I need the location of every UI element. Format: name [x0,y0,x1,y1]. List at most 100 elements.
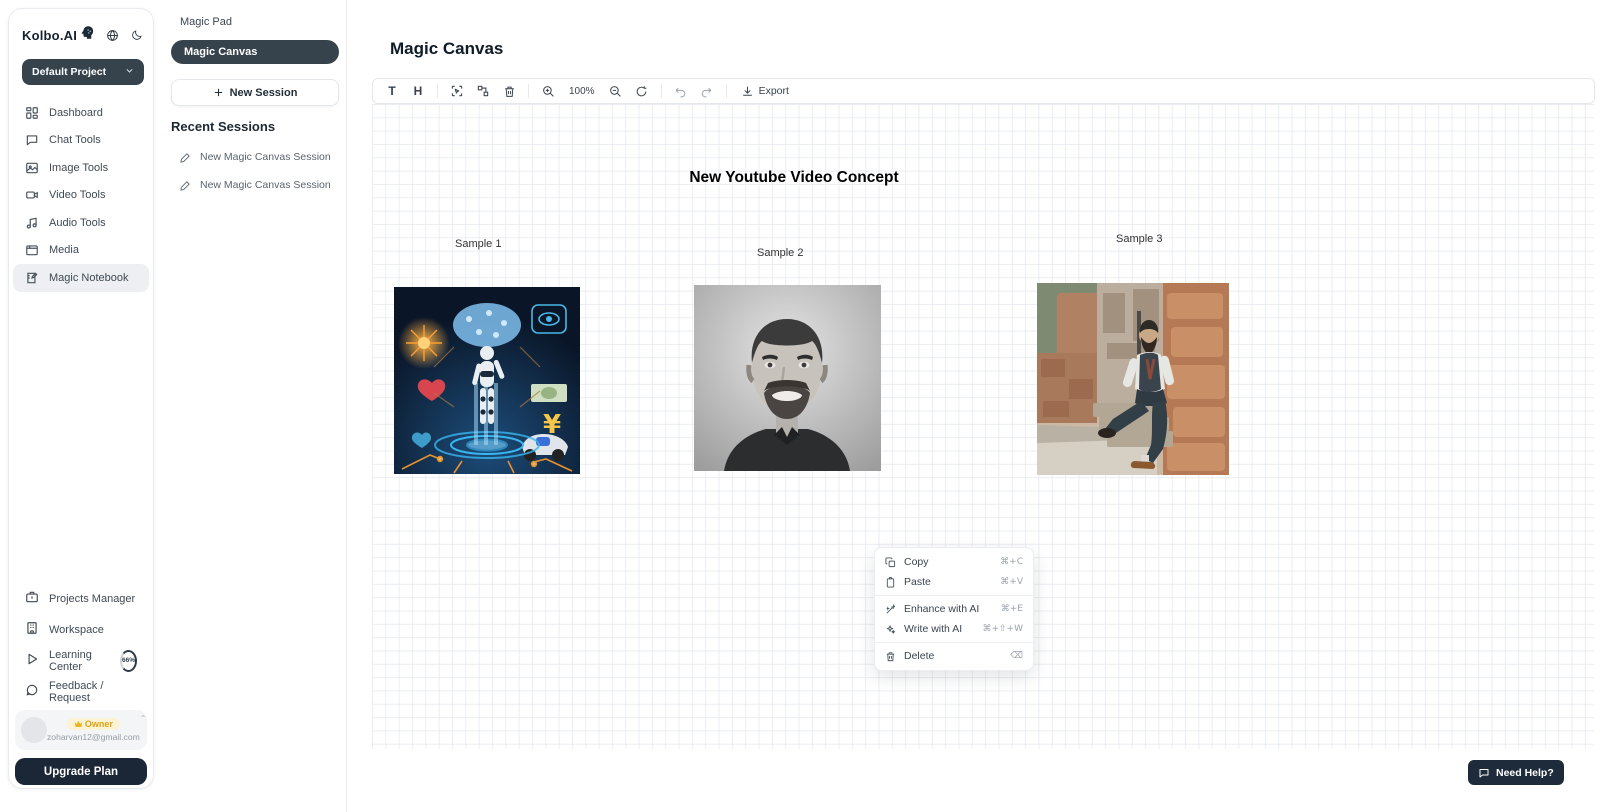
sample-image-3-ruins[interactable] [1037,283,1229,475]
plus-icon [213,87,224,98]
canvas-title-text[interactable]: New Youtube Video Concept [689,169,899,187]
project-selector-dropdown[interactable]: Default Project [22,59,144,85]
undo-button[interactable] [670,81,692,101]
redo-button[interactable] [696,81,718,101]
toolbar-divider [661,84,662,98]
sidebar-item-media[interactable]: Media [13,237,149,265]
toolbar-divider [437,84,438,98]
zoom-out-button[interactable] [605,81,627,101]
recent-session-item[interactable]: New Magic Canvas Session [180,179,331,191]
sidebar-item-image-tools[interactable]: Image Tools [13,154,149,182]
app-root: Kolbo.AI Default Project Dashboard [0,0,1600,812]
magic-wand-icon [885,604,896,615]
chevron-down-icon [125,66,134,78]
user-email: zoharvan12@gmail.com [47,732,140,742]
delete-tool-button[interactable] [498,81,520,101]
media-folder-icon [25,243,39,257]
export-label: Export [759,85,789,97]
sample-2-label[interactable]: Sample 2 [757,247,803,259]
need-help-label: Need Help? [1496,767,1554,779]
sidebar-item-label: Media [49,244,79,256]
sample-1-label[interactable]: Sample 1 [455,238,501,250]
context-menu-label: Copy [904,556,929,568]
ai-select-tool-button[interactable] [446,81,468,101]
sidebar-item-projects-manager[interactable]: Projects Manager [13,583,149,614]
context-menu-item-delete[interactable]: Delete ⌫ [875,646,1033,666]
pencil-icon [180,152,191,163]
sidebar-item-label: Dashboard [49,107,103,119]
new-session-label: New Session [230,87,298,99]
sidebar-item-chat-tools[interactable]: Chat Tools [13,127,149,155]
upgrade-plan-button[interactable]: Upgrade Plan [15,758,147,785]
context-menu-label: Paste [904,576,931,588]
context-menu-divider [875,595,1033,596]
user-avatar [21,717,47,743]
menu-item-magic-canvas-active[interactable]: Magic Canvas [171,40,339,64]
app-logo: Kolbo.AI [22,28,77,43]
music-note-icon [25,216,39,230]
export-button[interactable]: Export [735,85,795,98]
context-menu-label: Enhance with AI [904,603,979,615]
menu-item-magic-pad[interactable]: Magic Pad [180,16,232,28]
copy-icon [885,557,896,568]
zoom-in-button[interactable] [537,81,559,101]
reset-view-button[interactable] [631,81,653,101]
play-icon [25,652,39,669]
context-menu-item-copy[interactable]: Copy ⌘+C [875,552,1033,572]
context-menu-item-paste[interactable]: Paste ⌘+V [875,572,1033,592]
sidebar-item-label: Chat Tools [49,134,101,146]
recent-session-item[interactable]: New Magic Canvas Session [180,151,331,163]
context-menu-item-write-with-ai[interactable]: Write with AI ⌘+⇧+W [875,619,1033,639]
sidebar-item-magic-notebook[interactable]: Magic Notebook [13,264,149,292]
text-tool-button[interactable]: T [381,81,403,101]
user-meta: Owner zoharvan12@gmail.com [47,718,140,742]
sparkles-icon [885,624,896,635]
download-icon [741,85,754,98]
sample-image-1-ai-concept[interactable]: ¥ [394,287,580,474]
sidebar-item-video-tools[interactable]: Video Tools [13,182,149,210]
learning-progress-badge: 66% [120,650,137,672]
feedback-chat-icon [25,683,39,700]
sidebar-item-feedback-request[interactable]: Feedback / Request [13,676,149,707]
pencil-icon [180,180,191,191]
connector-tool-button[interactable] [472,81,494,101]
sample-image-2-portrait[interactable] [694,285,881,471]
sidebar-nav: Dashboard Chat Tools Image Tools Video T… [13,99,149,292]
shortcut-hint: ⌘+V [1000,577,1023,587]
context-menu-item-enhance-with-ai[interactable]: Enhance with AI ⌘+E [875,599,1033,619]
new-session-button[interactable]: New Session [171,79,339,106]
sample-3-label[interactable]: Sample 3 [1116,233,1162,245]
sidebar-item-learning-center[interactable]: Learning Center 66% [13,645,149,676]
heading-tool-button[interactable]: H [407,81,429,101]
user-account-card[interactable]: Owner zoharvan12@gmail.com ⌃ [15,710,147,750]
session-panel: Magic Pad Magic Canvas New Session Recen… [156,0,347,812]
recent-session-label: New Magic Canvas Session [200,151,331,163]
dark-mode-moon-icon[interactable] [131,29,143,41]
toolbar-divider [726,84,727,98]
magic-canvas-surface[interactable]: New Youtube Video Concept Sample 1 Sampl… [372,104,1594,749]
building-icon [25,621,39,638]
context-menu-label: Write with AI [904,623,962,635]
crown-icon [74,720,83,728]
image-icon [25,161,39,175]
video-camera-icon [25,188,39,202]
need-help-button[interactable]: Need Help? [1468,760,1564,785]
shortcut-hint: ⌘+E [1001,604,1023,614]
sidebar-item-label: Learning Center [49,649,104,673]
main-area: Magic Canvas T H 100% Export New Youtube… [347,0,1600,812]
paste-icon [885,577,896,588]
trash-icon [885,651,896,662]
sidebar-item-label: Projects Manager [49,593,135,605]
collapse-caret-icon: ⌃ [140,714,147,723]
sidebar-item-workspace[interactable]: Workspace [13,614,149,645]
canvas-toolbar: T H 100% Export [372,78,1595,104]
sidebar-bottom: Projects Manager Workspace Learning Cent… [13,583,149,707]
help-chat-icon [1478,767,1490,779]
globe-language-icon[interactable] [106,29,119,42]
sidebar-item-audio-tools[interactable]: Audio Tools [13,209,149,237]
context-menu-label: Delete [904,650,934,662]
dashboard-icon [25,106,39,120]
sidebar-item-label: Magic Notebook [49,272,129,284]
chat-bubble-icon [25,133,39,147]
sidebar-item-dashboard[interactable]: Dashboard [13,99,149,127]
